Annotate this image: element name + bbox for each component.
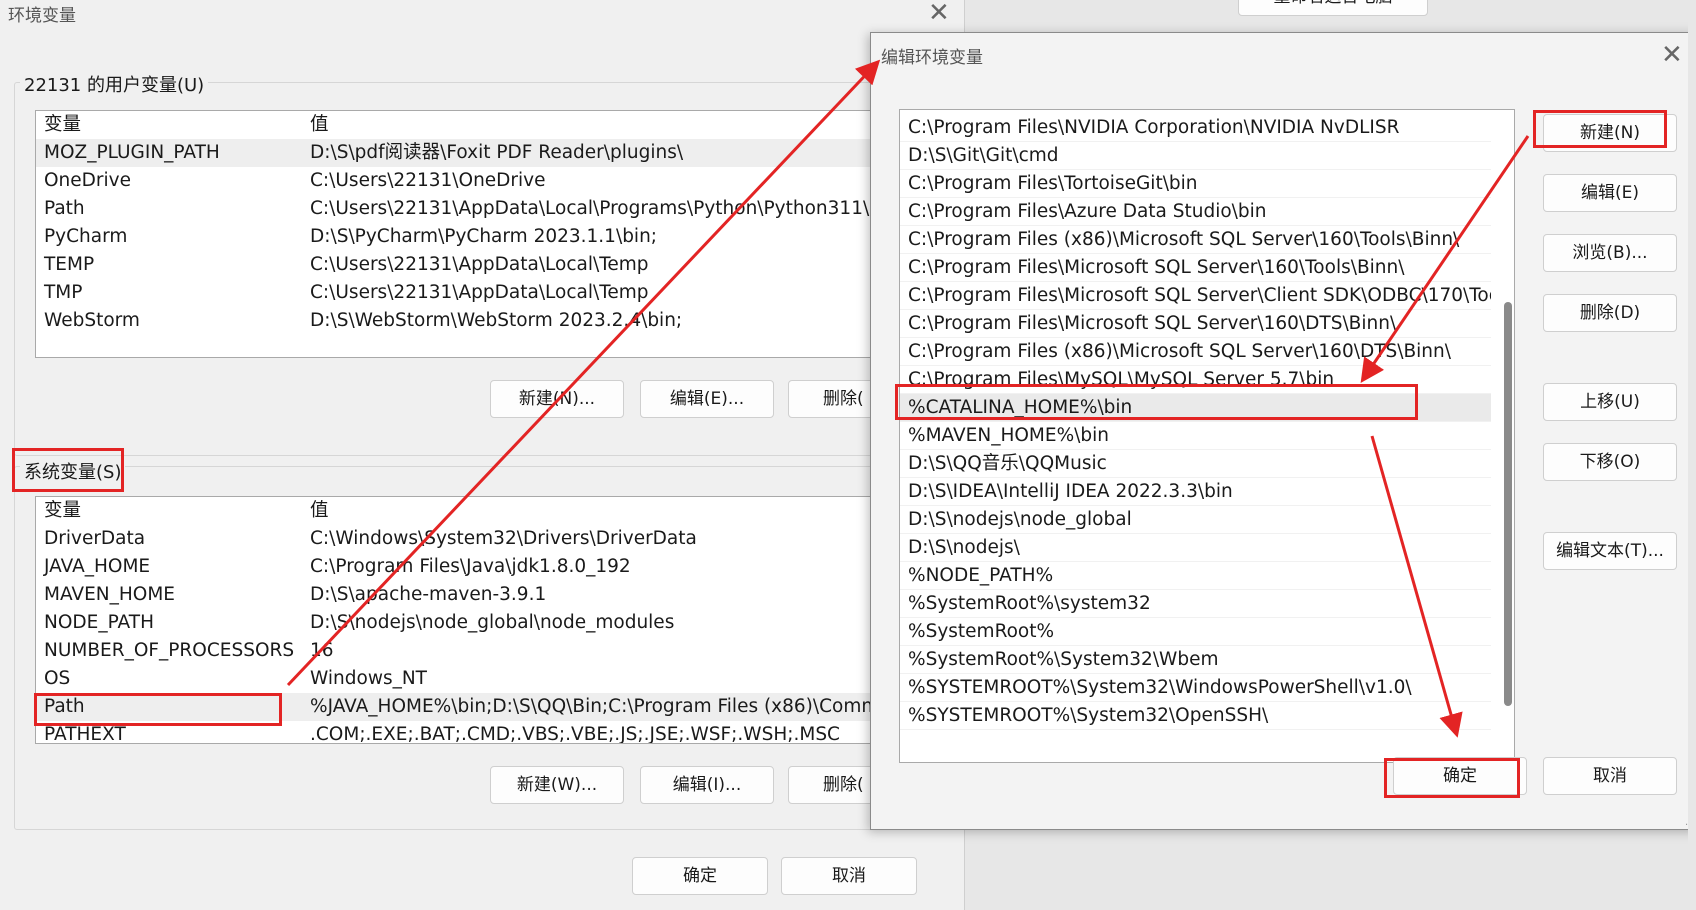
annotation-arrows (286, 59, 1530, 738)
outer-scroll-edge (1688, 0, 1696, 910)
arrow-path-to-dialog (286, 59, 881, 687)
arrow-list-to-ok (1370, 435, 1463, 738)
arrow-new-to-list (1360, 135, 1530, 383)
